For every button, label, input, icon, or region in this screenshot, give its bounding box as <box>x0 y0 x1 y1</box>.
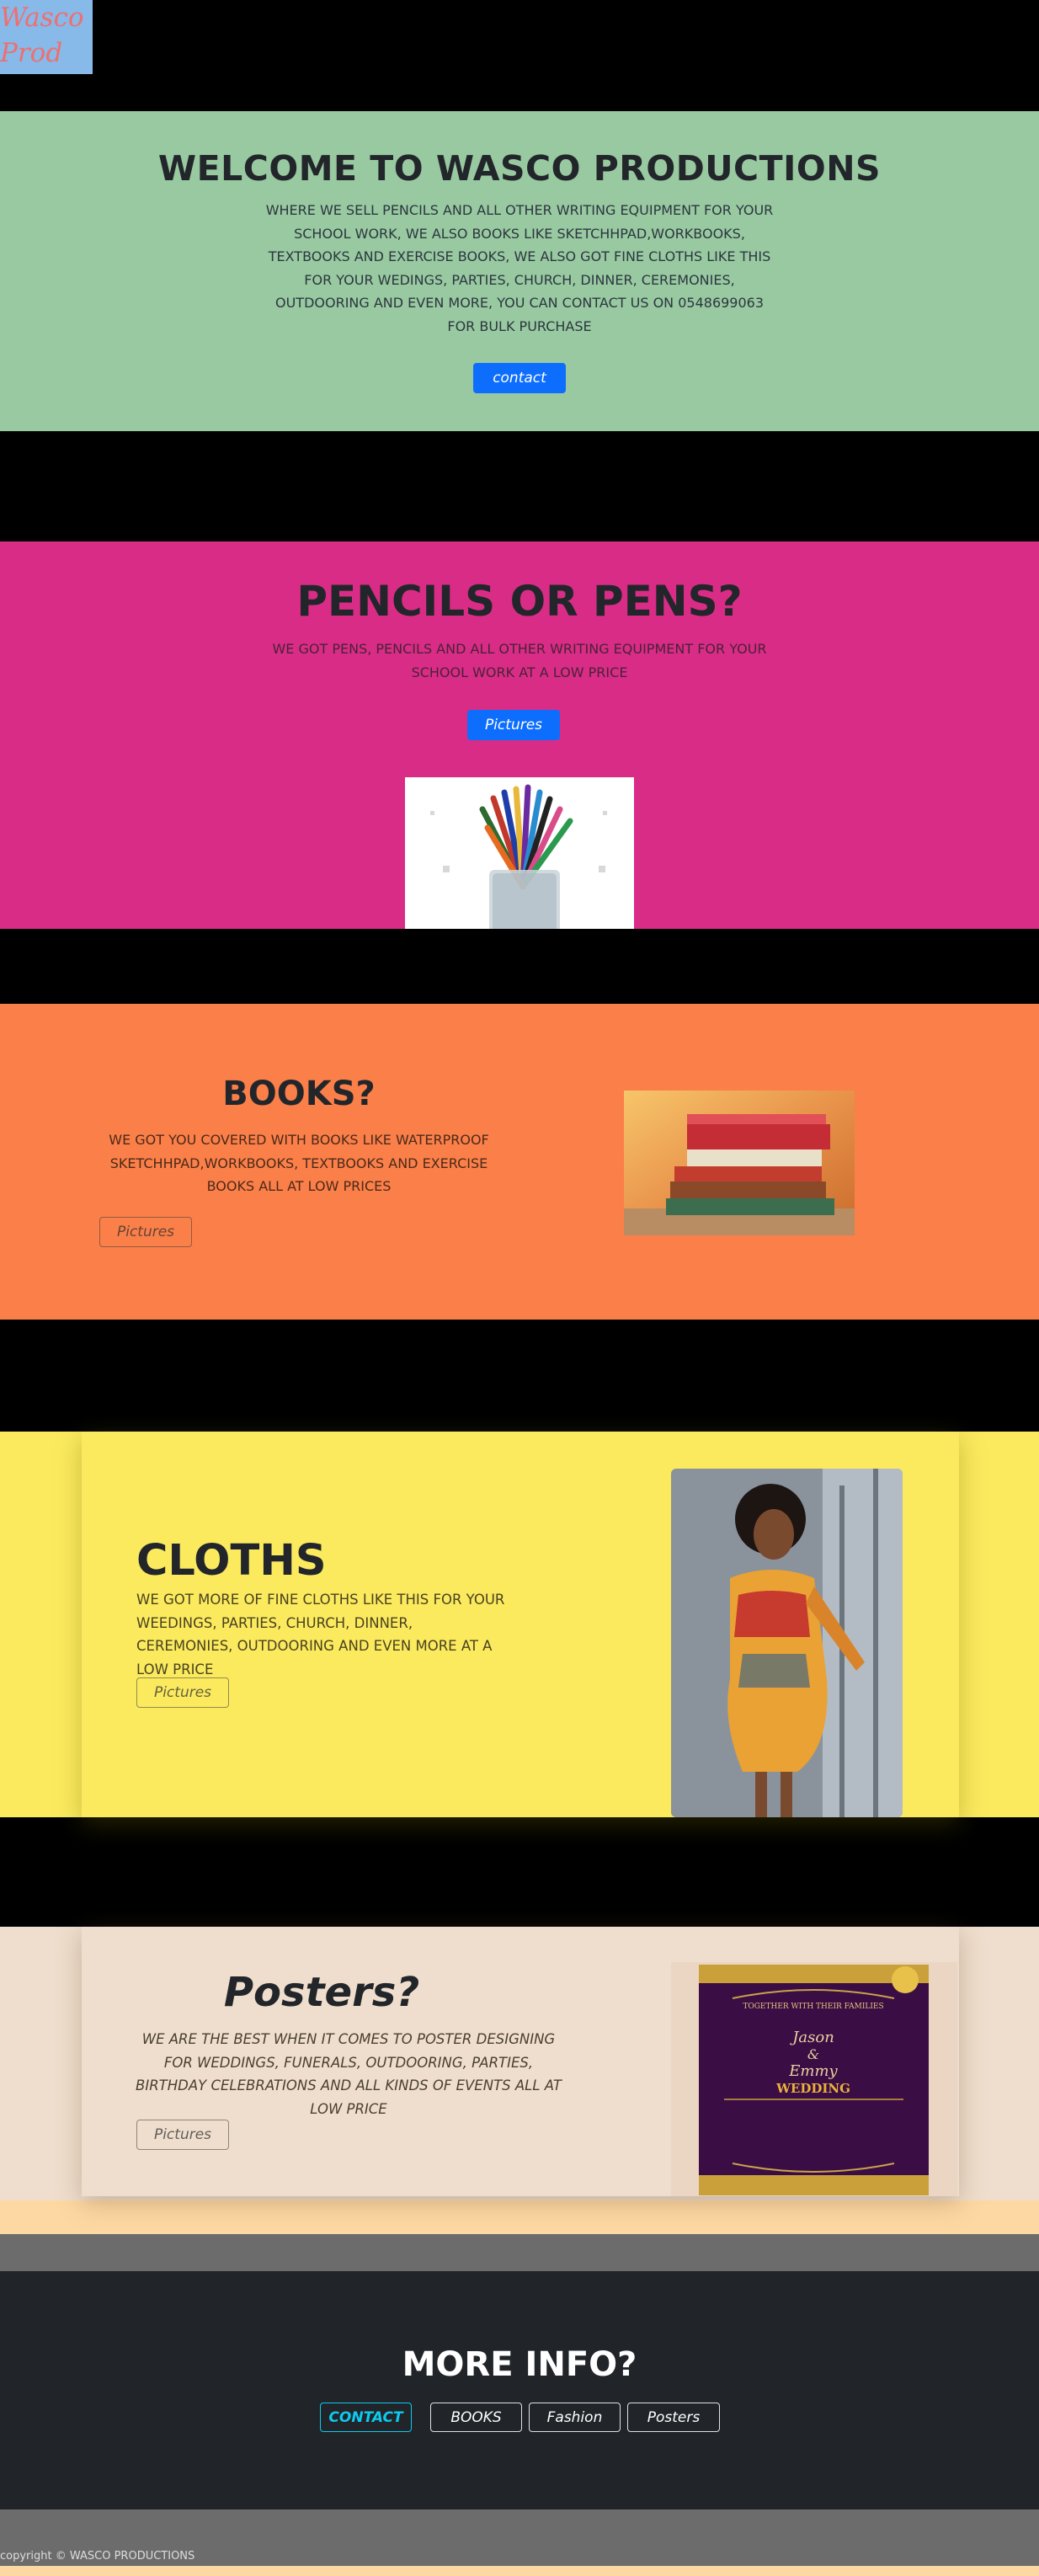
more-info-contact-button[interactable]: CONTACT <box>320 2403 412 2432</box>
poster-name-2: Emmy <box>788 2062 838 2080</box>
logo-line-1: Wasco <box>0 3 84 33</box>
books-title: BOOKS? <box>222 1075 376 1113</box>
pencils-section: PENCILS OR PENS? WE GOT PENS, PENCILS AN… <box>0 541 1039 929</box>
cloths-image <box>671 1469 903 1817</box>
posters-text: WE ARE THE BEST WHEN IT COMES TO POSTER … <box>136 2031 562 2117</box>
footer-band <box>0 2509 1039 2547</box>
more-info-section: MORE INFO? CONTACT BOOKS Fashion Posters <box>0 2271 1039 2509</box>
poster-ampersand: & <box>807 2046 819 2062</box>
divider-band <box>0 2234 1039 2271</box>
welcome-title: WELCOME TO WASCO PRODUCTIONS <box>157 148 882 189</box>
cloths-title: CLOTHS <box>136 1536 327 1586</box>
pencil-cup-picture <box>405 777 634 929</box>
book-stack-picture <box>624 1091 855 1235</box>
poster-line-1: TOGETHER WITH THEIR FAMILIES <box>743 2003 883 2011</box>
footer-bottom-band <box>0 2566 1039 2576</box>
posters-pictures-button[interactable]: Pictures <box>136 2120 229 2150</box>
pencils-image <box>405 777 634 929</box>
more-info-books-button[interactable]: BOOKS <box>430 2403 522 2432</box>
footer: copyright © WASCO PRODUCTIONS <box>0 2547 1039 2566</box>
site-logo[interactable]: Wasco Prod <box>0 0 93 74</box>
books-pictures-button[interactable]: Pictures <box>99 1217 192 1247</box>
books-section: BOOKS? WE GOT YOU COVERED WITH BOOKS LIK… <box>0 1004 1039 1320</box>
pencils-pictures-button[interactable]: Pictures <box>467 710 560 740</box>
logo-line-2: Prod <box>0 38 63 68</box>
books-text: WE GOT YOU COVERED WITH BOOKS LIKE WATER… <box>109 1132 489 1194</box>
pencils-text: WE GOT PENS, PENCILS AND ALL OTHER WRITI… <box>272 641 767 680</box>
posters-image: TOGETHER WITH THEIR FAMILIES Jason & Emm… <box>699 1965 929 2195</box>
posters-section: Posters? WE ARE THE BEST WHEN IT COMES T… <box>82 1927 959 2196</box>
welcome-text: WHERE WE SELL PENCILS AND ALL OTHER WRIT… <box>265 202 774 334</box>
posters-under-band <box>0 2200 1039 2234</box>
posters-title: Posters? <box>223 1969 420 2016</box>
more-info-posters-button[interactable]: Posters <box>627 2403 720 2432</box>
poster-name-1: Jason <box>789 2029 834 2046</box>
cloths-section: CLOTHS WE GOT MORE OF FINE CLOTHS LIKE T… <box>82 1432 959 1817</box>
dress-model-picture <box>671 1469 903 1817</box>
more-info-fashion-button[interactable]: Fashion <box>529 2403 621 2432</box>
cloths-pictures-button[interactable]: Pictures <box>136 1677 229 1708</box>
wedding-poster-picture: TOGETHER WITH THEIR FAMILIES Jason & Emm… <box>699 1965 929 2195</box>
cloths-text: WE GOT MORE OF FINE CLOTHS LIKE THIS FOR… <box>136 1592 505 1677</box>
pencils-title: PENCILS OR PENS? <box>296 577 743 626</box>
books-image <box>624 1091 855 1235</box>
more-info-title: MORE INFO? <box>402 2345 637 2384</box>
contact-button[interactable]: contact <box>473 363 566 393</box>
welcome-section: WELCOME TO WASCO PRODUCTIONS WHERE WE SE… <box>0 111 1039 431</box>
poster-wedding-label: WEDDING <box>775 2081 850 2096</box>
copyright-text: copyright © WASCO PRODUCTIONS <box>0 2550 195 2563</box>
